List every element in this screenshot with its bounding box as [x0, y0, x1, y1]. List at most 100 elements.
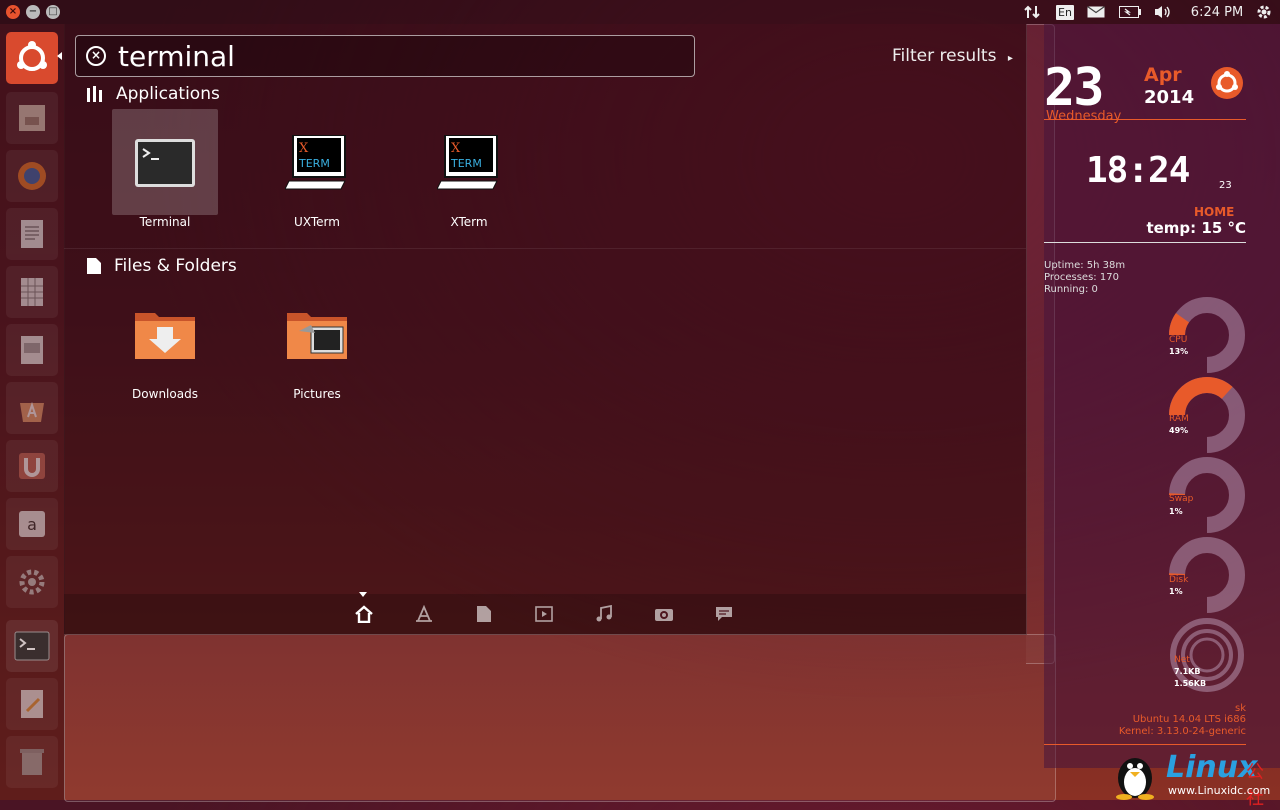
session-indicator[interactable] [1252, 0, 1276, 24]
impress-launcher-item[interactable] [6, 324, 58, 376]
amazon-launcher-item[interactable]: a [6, 498, 58, 550]
files-launcher-item[interactable] [6, 92, 58, 144]
terminal-icon [14, 631, 50, 661]
ram-label: RAM [1169, 414, 1189, 424]
result-terminal[interactable]: Terminal [112, 109, 218, 229]
conky-seconds: 23 [1219, 180, 1232, 191]
disk-value: 1% [1169, 587, 1183, 596]
presentation-icon [15, 333, 49, 367]
text-editor-icon [15, 687, 49, 721]
music-icon [595, 605, 613, 623]
sound-indicator[interactable] [1152, 0, 1176, 24]
net-download: 1.56KB [1174, 679, 1206, 688]
dash-home-button[interactable] [6, 32, 58, 84]
ram-gauge-fill [1177, 385, 1227, 415]
software-center-icon [15, 391, 49, 425]
lens-social[interactable] [714, 604, 734, 624]
keyboard-indicator[interactable]: En [1054, 0, 1076, 24]
photos-icon [654, 606, 674, 622]
battery-indicator[interactable] [1118, 0, 1142, 24]
dash-lower-panel [64, 634, 1056, 802]
cpu-label: CPU [1169, 335, 1187, 345]
conky-running: Running: 0 [1044, 284, 1098, 295]
settings-gear-icon [15, 565, 49, 599]
result-label: Terminal [92, 215, 238, 229]
launcher-active-arrow [57, 52, 62, 60]
text-editor-launcher-item[interactable] [6, 678, 58, 730]
lens-video[interactable] [534, 604, 554, 624]
writer-launcher-item[interactable] [6, 208, 58, 260]
messaging-indicator[interactable] [1086, 0, 1106, 24]
maximize-window-button[interactable]: □ [46, 5, 60, 19]
result-label: Downloads [92, 387, 238, 401]
document-icon [15, 217, 49, 251]
video-icon [535, 606, 553, 622]
minimize-window-button[interactable]: − [26, 5, 40, 19]
network-arrows-icon [1024, 4, 1040, 20]
watermark-url: www.Linuxidc.com [1168, 784, 1270, 797]
applications-icon [415, 605, 433, 623]
trash-icon [17, 745, 47, 779]
disk-label: Disk [1169, 575, 1188, 585]
conky-divider [1044, 242, 1246, 243]
files-category-header[interactable]: Files & Folders [86, 256, 237, 276]
ubuntu-logo-icon [15, 41, 49, 75]
conky-divider [1044, 744, 1246, 745]
clear-search-icon[interactable]: × [86, 46, 106, 66]
ubuntu-logo-icon [1210, 66, 1244, 100]
spreadsheet-icon [15, 275, 49, 309]
search-input[interactable]: terminal [118, 40, 235, 73]
lens-files[interactable] [474, 604, 494, 624]
lens-photos[interactable] [654, 604, 674, 624]
applications-category-icon [86, 85, 104, 103]
lens-home[interactable] [354, 604, 374, 624]
terminal-launcher-item[interactable] [6, 620, 58, 672]
terminal-app-icon [133, 135, 197, 191]
clock-indicator[interactable]: 6:24 PM [1184, 0, 1250, 24]
dash: × terminal Filter results ▸ Applications… [64, 24, 1027, 635]
lens-applications[interactable] [414, 604, 434, 624]
result-downloads[interactable]: Downloads [112, 281, 218, 401]
xterm-app-icon: X TERM [285, 135, 349, 191]
ram-value: 49% [1169, 426, 1188, 435]
active-lens-indicator [359, 592, 367, 597]
calc-launcher-item[interactable] [6, 266, 58, 318]
result-label: Pictures [244, 387, 390, 401]
result-uxterm[interactable]: X TERM UXTerm [264, 109, 370, 229]
amazon-icon: a [15, 507, 49, 541]
keyboard-layout-label: En [1056, 5, 1074, 20]
firefox-launcher-item[interactable] [6, 150, 58, 202]
swap-value: 1% [1169, 507, 1183, 516]
battery-icon [1119, 6, 1141, 18]
xterm-app-icon: X TERM [437, 135, 501, 191]
pictures-folder-icon [285, 307, 349, 363]
svg-text:TERM: TERM [450, 157, 482, 170]
conky-widget: 23 Apr 2014 Wednesday 18:24 23 HOME temp… [1044, 24, 1280, 768]
applications-category-header[interactable]: Applications [86, 84, 220, 104]
top-panel: × − □ En 6:24 PM [0, 0, 1280, 24]
social-icon [715, 606, 733, 622]
lens-bar [64, 594, 1026, 634]
filter-results-button[interactable]: Filter results ▸ [892, 46, 1013, 66]
conky-user: sk [1235, 703, 1246, 714]
software-center-launcher-item[interactable] [6, 382, 58, 434]
system-settings-launcher-item[interactable] [6, 556, 58, 608]
conky-divider [1044, 119, 1246, 120]
gear-icon [1256, 4, 1272, 20]
speaker-icon [1154, 5, 1174, 19]
downloads-folder-icon [133, 307, 197, 363]
applications-category-title: Applications [116, 84, 220, 104]
svg-text:a: a [27, 515, 37, 534]
ubuntu-one-launcher-item[interactable] [6, 440, 58, 492]
network-indicator[interactable] [1020, 0, 1044, 24]
firefox-icon [15, 159, 49, 193]
svg-text:X: X [451, 141, 461, 156]
launcher: a [0, 24, 65, 800]
cpu-gauge-fill [1177, 318, 1182, 335]
result-xterm[interactable]: X TERM XTerm [416, 109, 522, 229]
trash-launcher-item[interactable] [6, 736, 58, 788]
close-window-button[interactable]: × [6, 5, 20, 19]
dash-search-box[interactable]: × terminal [75, 35, 695, 77]
result-pictures[interactable]: Pictures [264, 281, 370, 401]
lens-music[interactable] [594, 604, 614, 624]
